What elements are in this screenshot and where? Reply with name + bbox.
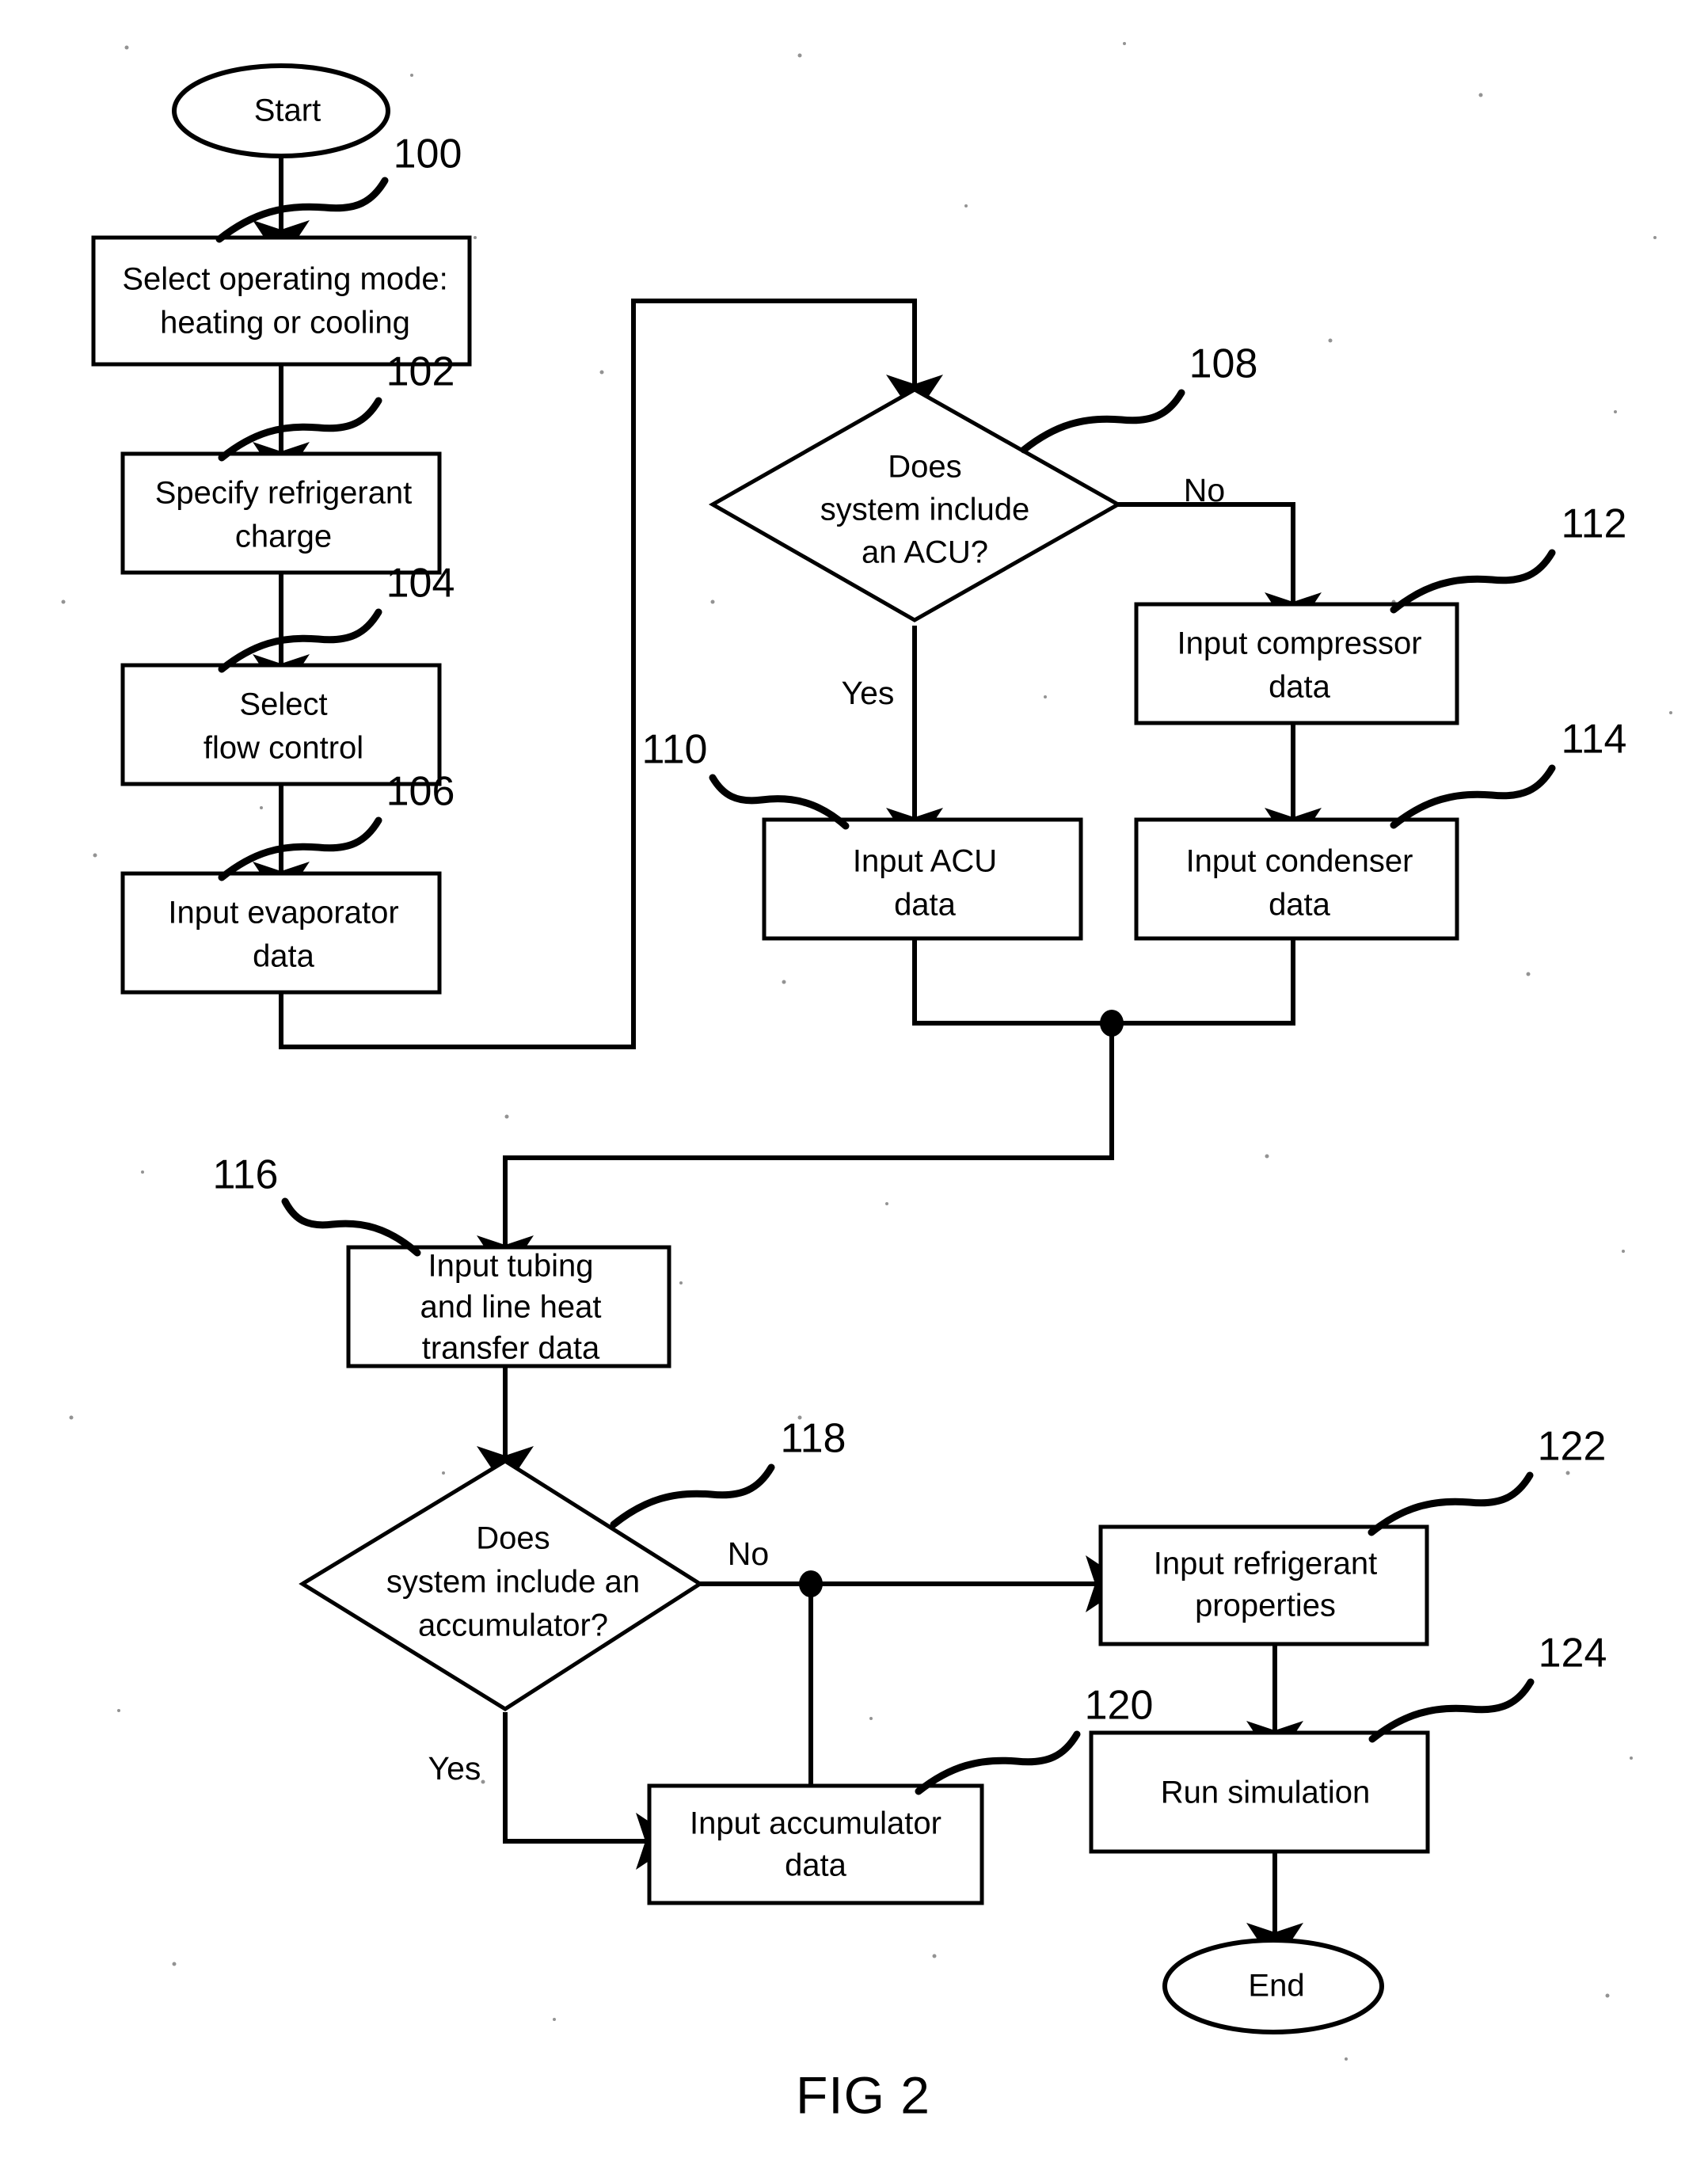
figure-root: Start Select operating mode: heating or …: [0, 0, 1708, 2177]
node-input-refrigerant-properties[interactable]: Input refrigerant properties: [1098, 1524, 1429, 1646]
input-evaporator-data-label-line2: data: [253, 939, 315, 974]
input-accumulator-data-label-line2: data: [785, 1848, 847, 1883]
node-accumulator-decision[interactable]: Does system include an accumulator?: [299, 1459, 704, 1711]
leader-line-104: [218, 608, 382, 673]
leader-line-106: [218, 816, 382, 881]
node-run-simulation[interactable]: Run simulation: [1089, 1730, 1430, 1854]
input-condenser-data-label-line1: Input condenser: [1186, 844, 1413, 879]
node-select-flow-control[interactable]: Select flow control: [120, 663, 442, 786]
ref-number-108: 108: [1189, 341, 1258, 387]
specify-refrigerant-charge-box: [120, 451, 442, 575]
junction-dot-acu-condenser: [1100, 1010, 1124, 1037]
node-start[interactable]: Start: [172, 63, 390, 158]
input-accumulator-data-label-line1: Input accumulator: [690, 1806, 941, 1841]
leader-line-122: [1368, 1471, 1534, 1536]
node-acu-decision[interactable]: Does system include an ACU?: [708, 387, 1123, 622]
node-input-acu-data[interactable]: Input ACU data: [762, 817, 1083, 941]
node-end[interactable]: End: [1162, 1938, 1384, 2034]
leader-line-114: [1390, 764, 1556, 829]
input-evaporator-data-label-line1: Input evaporator: [168, 896, 398, 931]
run-simulation-label: Run simulation: [1161, 1775, 1371, 1810]
figure-caption: FIG 2: [796, 2065, 930, 2124]
edge-junction-to-input-tubing: [477, 1023, 1114, 1278]
start-label: Start: [254, 93, 321, 128]
ref-number-116: 116: [213, 1152, 279, 1198]
select-operating-mode-label-line1: Select operating mode:: [122, 262, 447, 297]
node-input-accumulator-data[interactable]: Input accumulator data: [647, 1783, 984, 1905]
input-compressor-data-label-line1: Input compressor: [1177, 626, 1421, 661]
branch-label-acu-no: No: [1184, 472, 1225, 508]
ref-number-114: 114: [1562, 717, 1627, 763]
ref-number-106: 106: [386, 769, 455, 815]
input-acu-data-label-line2: data: [894, 888, 957, 923]
specify-refrigerant-charge-label-line1: Specify refrigerant: [155, 476, 413, 511]
acu-decision-label-line2: system include: [820, 493, 1030, 527]
input-refrigerant-properties-box: [1098, 1524, 1429, 1646]
node-input-condenser-data[interactable]: Input condenser data: [1134, 817, 1459, 941]
branch-label-accumulator-no: No: [728, 1536, 769, 1572]
input-tubing-data-label-line1: Input tubing: [428, 1249, 593, 1284]
input-acu-data-label-line1: Input ACU: [853, 844, 997, 879]
leader-line-116: [281, 1197, 421, 1257]
node-input-tubing-data[interactable]: Input tubing and line heat transfer data: [346, 1245, 671, 1368]
flowchart-diagram: Start Select operating mode: heating or …: [61, 42, 1672, 2124]
branch-label-acu-yes: Yes: [842, 675, 895, 711]
ref-number-120: 120: [1085, 1683, 1154, 1729]
input-tubing-data-label-line2: and line heat: [420, 1290, 601, 1325]
branch-label-accumulator-yes: Yes: [428, 1750, 481, 1787]
node-select-operating-mode[interactable]: Select operating mode: heating or coolin…: [91, 235, 472, 367]
acu-decision-label-line1: Does: [888, 450, 961, 485]
accumulator-decision-label-line1: Does: [476, 1521, 550, 1556]
leader-line-118: [610, 1463, 775, 1528]
input-compressor-data-label-line2: data: [1269, 670, 1331, 705]
select-flow-control-box: [120, 663, 442, 786]
ref-number-124: 124: [1539, 1631, 1607, 1677]
node-input-evaporator-data[interactable]: Input evaporator data: [120, 871, 442, 995]
ref-number-122: 122: [1538, 1424, 1607, 1470]
accumulator-decision-label-line3: accumulator?: [418, 1608, 608, 1643]
input-refrigerant-properties-label-line2: properties: [1195, 1589, 1336, 1623]
input-condenser-data-label-line2: data: [1269, 888, 1331, 923]
edge-acu-decision-no-to-compressor: [1116, 502, 1322, 635]
node-input-compressor-data[interactable]: Input compressor data: [1134, 602, 1459, 725]
junction-dot-accumulator-branch: [799, 1570, 823, 1597]
node-specify-refrigerant-charge[interactable]: Specify refrigerant charge: [120, 451, 442, 575]
specify-refrigerant-charge-label-line2: charge: [235, 520, 332, 554]
ref-number-100: 100: [394, 131, 462, 177]
leader-line-108: [1020, 389, 1185, 454]
leader-line-120: [915, 1730, 1081, 1795]
accumulator-decision-label-line2: system include an: [386, 1565, 640, 1600]
ref-number-102: 102: [386, 349, 455, 395]
ref-number-118: 118: [781, 1416, 846, 1462]
ref-number-112: 112: [1562, 501, 1627, 547]
ref-number-110: 110: [642, 727, 708, 773]
edge-accumulator-yes-to-input-accumulator: [503, 1712, 679, 1870]
ref-number-104: 104: [386, 561, 455, 607]
leader-line-102: [218, 397, 382, 462]
input-refrigerant-properties-label-line1: Input refrigerant: [1154, 1547, 1377, 1581]
select-operating-mode-label-line2: heating or cooling: [160, 306, 410, 341]
edge-condenser-to-junction: [1112, 938, 1295, 1026]
leader-line-112: [1390, 549, 1556, 614]
select-flow-control-label-line1: Select: [239, 687, 327, 722]
select-flow-control-label-line2: flow control: [204, 731, 363, 766]
edge-input-acu-to-junction: [912, 938, 1112, 1026]
leader-line-124: [1368, 1678, 1535, 1743]
acu-decision-label-line3: an ACU?: [862, 535, 988, 570]
input-evaporator-data-box: [120, 871, 442, 995]
input-accumulator-data-box: [647, 1783, 984, 1905]
leader-line-100: [215, 177, 389, 243]
end-label: End: [1248, 1969, 1304, 2004]
input-compressor-data-box: [1134, 602, 1459, 725]
select-operating-mode-box: [91, 235, 472, 367]
input-tubing-data-label-line3: transfer data: [422, 1331, 600, 1366]
